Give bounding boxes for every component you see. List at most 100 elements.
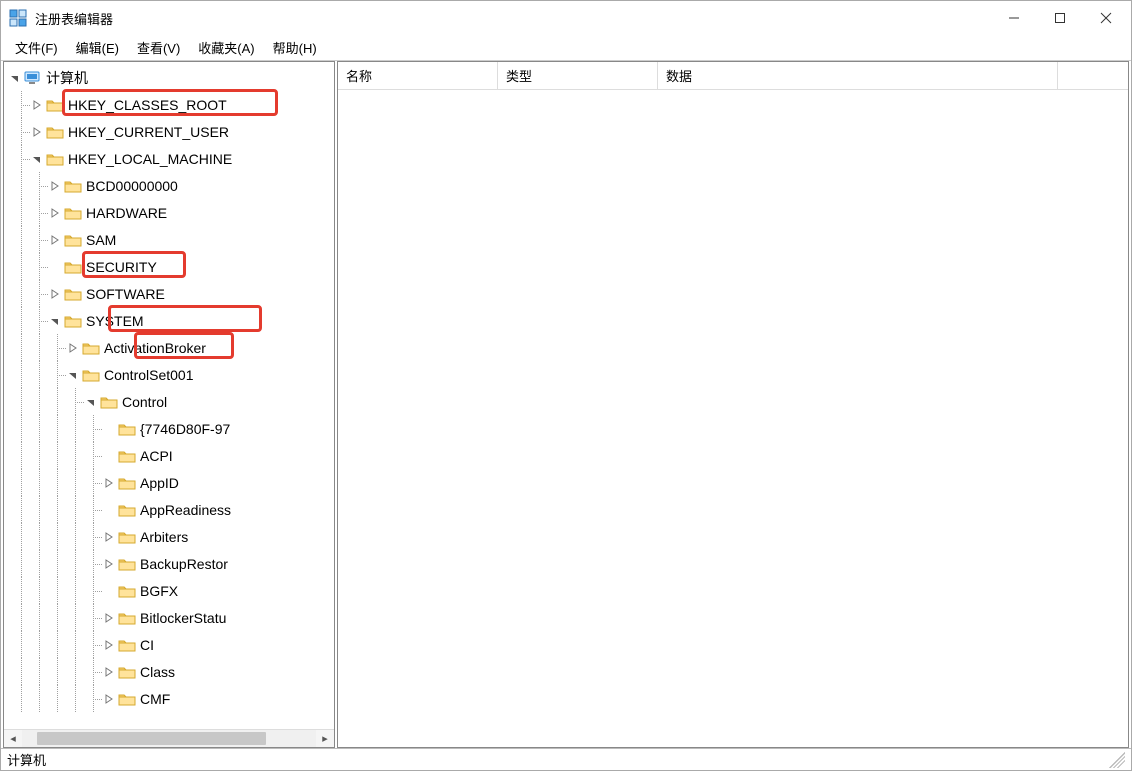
chevron-right-icon[interactable] (102, 611, 116, 625)
scroll-left-arrow-icon[interactable]: ◂ (4, 730, 22, 747)
tree-item[interactable]: BGFX (4, 577, 334, 604)
minimize-button[interactable] (991, 1, 1037, 35)
list-body[interactable] (338, 90, 1128, 747)
chevron-right-icon[interactable] (30, 125, 44, 139)
tree-item[interactable]: ControlSet001 (4, 361, 334, 388)
menu-file[interactable]: 文件(F) (7, 36, 66, 59)
chevron-right-icon[interactable] (48, 179, 62, 193)
horizontal-scrollbar[interactable]: ◂ ▸ (4, 729, 334, 747)
chevron-right-icon[interactable] (30, 98, 44, 112)
tree-item[interactable]: AppReadiness (4, 496, 334, 523)
tree-item[interactable]: {7746D80F-97 (4, 415, 334, 442)
chevron-down-icon[interactable] (84, 395, 98, 409)
status-path: 计算机 (7, 750, 46, 769)
folder-icon (82, 367, 100, 383)
tree-item-label: SOFTWARE (86, 286, 165, 302)
tree-item[interactable]: CMF (4, 685, 334, 712)
tree-item-label: AppReadiness (140, 502, 231, 518)
scroll-track[interactable] (22, 730, 316, 747)
chevron-right-icon[interactable] (102, 665, 116, 679)
menu-help[interactable]: 帮助(H) (265, 36, 325, 59)
chevron-right-icon[interactable] (48, 206, 62, 220)
folder-icon (118, 502, 136, 518)
chevron-right-icon[interactable] (102, 692, 116, 706)
folder-icon (118, 583, 136, 599)
regedit-icon (9, 9, 27, 27)
folder-icon (118, 691, 136, 707)
column-type[interactable]: 类型 (498, 62, 658, 89)
folder-icon (118, 421, 136, 437)
tree-item[interactable]: CI (4, 631, 334, 658)
tree-item[interactable]: HKEY_CLASSES_ROOT (4, 91, 334, 118)
tree-item[interactable]: SAM (4, 226, 334, 253)
column-tail[interactable] (1058, 62, 1128, 89)
resize-grip-icon[interactable] (1109, 752, 1125, 768)
close-button[interactable] (1083, 1, 1129, 35)
tree-item[interactable]: BitlockerStatu (4, 604, 334, 631)
tree-item[interactable]: HKEY_CURRENT_USER (4, 118, 334, 145)
tree-item-label: Class (140, 664, 175, 680)
tree-item[interactable]: HARDWARE (4, 199, 334, 226)
tree-item-label: ACPI (140, 448, 173, 464)
folder-icon (64, 232, 82, 248)
tree-item-label: SYSTEM (86, 313, 144, 329)
tree-item[interactable]: ACPI (4, 442, 334, 469)
chevron-right-icon[interactable] (66, 341, 80, 355)
tree-item-root[interactable]: 计算机 (4, 64, 334, 91)
folder-icon (118, 556, 136, 572)
chevron-down-icon[interactable] (30, 152, 44, 166)
folder-icon (118, 610, 136, 626)
tree-item[interactable]: BCD00000000 (4, 172, 334, 199)
chevron-right-icon[interactable] (102, 638, 116, 652)
tree-item-label: BGFX (140, 583, 178, 599)
column-data[interactable]: 数据 (658, 62, 1058, 89)
chevron-down-icon[interactable] (48, 314, 62, 328)
maximize-button[interactable] (1037, 1, 1083, 35)
list-pane[interactable]: 名称 类型 数据 (337, 61, 1129, 748)
chevron-down-icon[interactable] (8, 71, 22, 85)
menu-favorites[interactable]: 收藏夹(A) (190, 36, 262, 59)
tree-pane[interactable]: 计算机 HKEY_CLASSES_ROOT HKEY_CURRENT_USER HK… (3, 61, 335, 748)
tree-item[interactable]: Arbiters (4, 523, 334, 550)
tree-item-label: HKEY_CURRENT_USER (68, 124, 229, 140)
menu-view[interactable]: 查看(V) (129, 36, 188, 59)
scroll-right-arrow-icon[interactable]: ▸ (316, 730, 334, 747)
tree-item[interactable]: SOFTWARE (4, 280, 334, 307)
folder-icon (46, 151, 64, 167)
tree-item-label: HKEY_CLASSES_ROOT (68, 97, 227, 113)
tree-item[interactable]: Control (4, 388, 334, 415)
tree-item-label: Arbiters (140, 529, 188, 545)
tree-item-label: BCD00000000 (86, 178, 178, 194)
folder-icon (118, 529, 136, 545)
chevron-right-icon[interactable] (102, 557, 116, 571)
folder-icon (118, 637, 136, 653)
chevron-right-icon[interactable] (102, 530, 116, 544)
tree-item[interactable]: HKEY_LOCAL_MACHINE (4, 145, 334, 172)
expander-placeholder (102, 584, 116, 598)
tree-item-label: ActivationBroker (104, 340, 206, 356)
tree-item[interactable]: BackupRestor (4, 550, 334, 577)
expander-placeholder (102, 449, 116, 463)
folder-icon (46, 124, 64, 140)
tree-view[interactable]: 计算机 HKEY_CLASSES_ROOT HKEY_CURRENT_USER HK… (4, 62, 334, 729)
column-name[interactable]: 名称 (338, 62, 498, 89)
folder-icon (64, 259, 82, 275)
menu-edit[interactable]: 编辑(E) (68, 36, 127, 59)
window-title: 注册表编辑器 (35, 9, 113, 28)
tree-item-label: {7746D80F-97 (140, 421, 230, 437)
chevron-right-icon[interactable] (48, 287, 62, 301)
tree-item[interactable]: SYSTEM (4, 307, 334, 334)
scroll-thumb[interactable] (37, 732, 266, 745)
tree-item-label: AppID (140, 475, 179, 491)
folder-icon (64, 205, 82, 221)
tree-item[interactable]: ActivationBroker (4, 334, 334, 361)
chevron-right-icon[interactable] (48, 233, 62, 247)
tree-item-label: Control (122, 394, 167, 410)
tree-item[interactable]: AppID (4, 469, 334, 496)
folder-icon (64, 313, 82, 329)
tree-item-label: BackupRestor (140, 556, 228, 572)
chevron-down-icon[interactable] (66, 368, 80, 382)
tree-item[interactable]: Class (4, 658, 334, 685)
chevron-right-icon[interactable] (102, 476, 116, 490)
tree-item[interactable]: SECURITY (4, 253, 334, 280)
